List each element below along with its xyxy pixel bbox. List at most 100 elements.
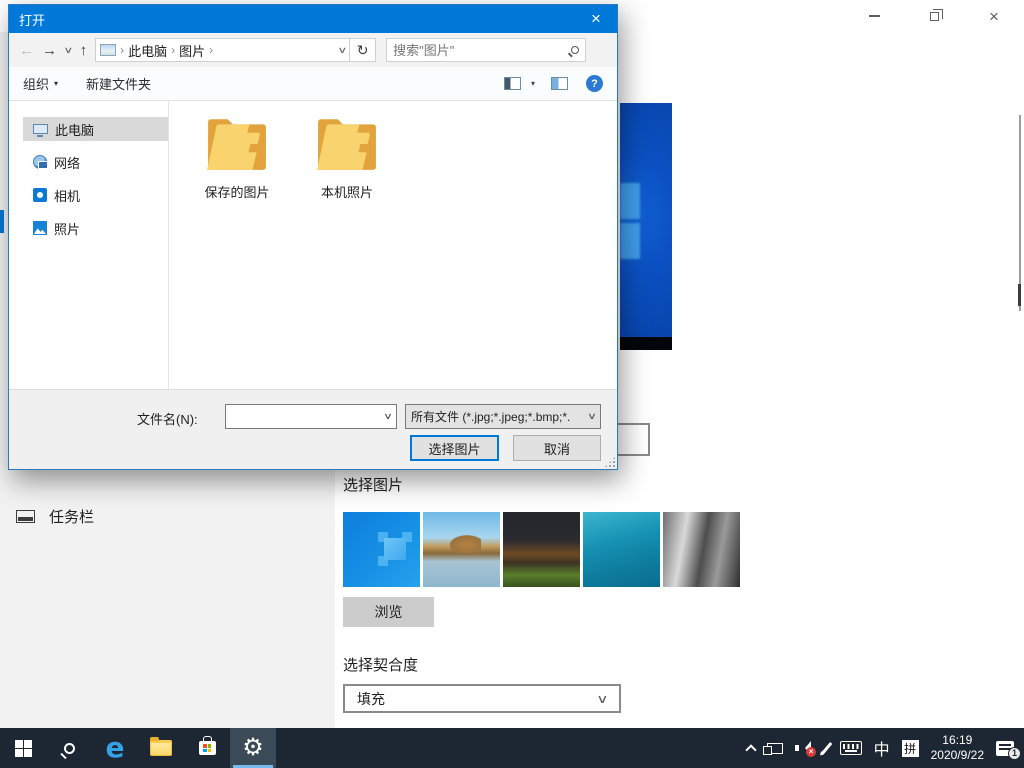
start-button[interactable] <box>0 728 46 768</box>
open-file-dialog: 打开 × ← → ∨ ↑ › 此电脑 › 图片 › ∨ ↻ 组织 ▾ <box>8 4 618 470</box>
search-input[interactable] <box>393 43 571 58</box>
network-icon <box>33 155 47 169</box>
dialog-close-button[interactable]: × <box>575 5 617 33</box>
thumbnail-windows-default[interactable] <box>343 512 420 587</box>
network-tray-icon[interactable] <box>767 743 783 754</box>
volume-muted-icon[interactable]: × <box>795 741 813 755</box>
choose-fit-heading: 选择契合度 <box>343 654 418 675</box>
forward-button[interactable]: → <box>42 43 57 58</box>
pictures-location-icon <box>100 44 116 56</box>
up-button[interactable]: ↑ <box>80 43 88 58</box>
breadcrumb-this-pc[interactable]: 此电脑 <box>128 41 167 60</box>
preview-pane-icon[interactable] <box>551 77 568 90</box>
pen-tray-icon[interactable] <box>821 741 833 754</box>
ime-language-indicator[interactable]: 中 <box>874 736 890 760</box>
sidebar-item-camera[interactable]: 相机 <box>23 183 168 207</box>
chevron-down-icon: ▾ <box>54 79 58 88</box>
gear-icon: ⚙ <box>242 736 264 760</box>
thumbnail-bw-rock[interactable] <box>663 512 740 587</box>
wallpaper-thumbnails <box>343 512 740 587</box>
select-picture-button[interactable]: 选择图片 <box>410 435 499 461</box>
help-button[interactable]: ? <box>586 75 603 92</box>
windows-logo-icon <box>15 740 32 757</box>
organize-label: 组织 <box>23 74 49 93</box>
chevron-down-icon: ∨ <box>580 411 604 422</box>
dialog-command-bar: 组织 ▾ 新建文件夹 ▾ ? <box>9 67 617 101</box>
sidebar-item-label: 任务栏 <box>49 506 94 527</box>
address-bar[interactable]: › 此电脑 › 图片 › ∨ <box>95 38 350 62</box>
taskbar-store-button[interactable] <box>184 728 230 768</box>
sidebar-item-photos[interactable]: 照片 <box>23 216 168 240</box>
restore-button[interactable] <box>904 0 964 32</box>
dialog-body: 此电脑 网络 相机 照片 保存的图片 <box>9 101 617 390</box>
store-icon <box>199 741 216 755</box>
folder-label: 本机照片 <box>299 182 395 201</box>
back-button[interactable]: ← <box>19 43 34 58</box>
system-tray: × 中 拼 16:19 2020/9/22 1 <box>747 728 1024 768</box>
background-dropdown-partial[interactable] <box>618 423 650 456</box>
dialog-titlebar[interactable]: 打开 × <box>9 5 617 33</box>
windows-logo-fragment <box>620 223 640 259</box>
command-bar-right: ▾ ? <box>504 75 603 92</box>
fit-select-value: 填充 <box>357 689 385 709</box>
wallpaper-preview <box>620 103 672 337</box>
minimize-icon <box>869 15 880 17</box>
taskbar-edge-button[interactable]: e <box>92 728 138 768</box>
thumbnail-beach-rocks[interactable] <box>423 512 500 587</box>
folder-item-camera-roll[interactable]: 本机照片 <box>299 113 395 201</box>
sidebar-item-network[interactable]: 网络 <box>23 150 168 174</box>
clock-date: 2020/9/22 <box>931 748 984 763</box>
browse-button[interactable]: 浏览 <box>343 597 434 627</box>
taskbar-clock[interactable]: 16:19 2020/9/22 <box>931 733 984 763</box>
filename-combo: ∨ <box>225 404 397 429</box>
close-button[interactable]: × <box>964 0 1024 32</box>
chevron-down-icon[interactable]: ∨ <box>376 411 400 422</box>
file-explorer-icon <box>150 740 172 756</box>
breadcrumb-pictures[interactable]: 图片 <box>179 41 205 60</box>
settings-nav-selected-accent <box>0 210 4 233</box>
breadcrumb-separator: › <box>171 43 175 57</box>
breadcrumb-separator: › <box>120 43 124 57</box>
windows-logo-fragment <box>620 183 640 219</box>
filetype-select[interactable]: 所有文件 (*.jpg;*.jpeg;*.bmp;*. ∨ <box>405 404 601 429</box>
sidebar-item-this-pc[interactable]: 此电脑 <box>23 117 168 141</box>
tray-overflow-chevron-icon[interactable] <box>745 744 756 755</box>
restore-icon <box>930 12 939 21</box>
thumbnail-underwater[interactable] <box>583 512 660 587</box>
mute-badge: × <box>806 747 816 757</box>
refresh-button[interactable]: ↻ <box>350 38 376 62</box>
sidebar-item-label: 相机 <box>54 186 80 205</box>
new-folder-button[interactable]: 新建文件夹 <box>86 74 151 93</box>
address-chevron-icon[interactable]: ∨ <box>337 45 347 56</box>
touch-keyboard-icon[interactable] <box>840 741 862 755</box>
folder-item-saved-pictures[interactable]: 保存的图片 <box>189 113 285 201</box>
cancel-button[interactable]: 取消 <box>513 435 601 461</box>
settings-caption-bar: × <box>844 0 1024 32</box>
taskbar-settings-button[interactable]: ⚙ <box>230 728 276 768</box>
taskbar-explorer-button[interactable] <box>138 728 184 768</box>
taskbar-search-button[interactable] <box>46 728 92 768</box>
thumbnail-night-sky[interactable] <box>503 512 580 587</box>
action-center-icon[interactable]: 1 <box>996 741 1014 756</box>
search-box[interactable] <box>386 38 586 62</box>
settings-scrollbar-thumb[interactable] <box>1018 284 1021 306</box>
search-icon <box>64 743 75 754</box>
settings-scrollbar[interactable] <box>1019 115 1021 311</box>
dialog-footer: 文件名(N): ∨ 所有文件 (*.jpg;*.jpeg;*.bmp;*. ∨ … <box>9 389 617 469</box>
chevron-down-icon[interactable]: ▾ <box>531 79 535 88</box>
dialog-navigation-bar: ← → ∨ ↑ › 此电脑 › 图片 › ∨ ↻ <box>9 33 617 67</box>
organize-button[interactable]: 组织 ▾ <box>23 74 58 93</box>
resize-grip[interactable] <box>605 457 615 467</box>
filename-input[interactable] <box>226 405 380 428</box>
breadcrumb-separator: › <box>209 43 213 57</box>
folder-icon <box>203 113 271 175</box>
fit-select[interactable]: 填充 ∨ <box>343 684 621 713</box>
choose-picture-heading: 选择图片 <box>343 474 403 495</box>
view-mode-icon[interactable] <box>504 77 521 90</box>
edge-icon: e <box>106 734 125 762</box>
search-icon <box>571 46 579 54</box>
recent-locations-chevron[interactable]: ∨ <box>63 45 73 56</box>
sidebar-item-taskbar[interactable]: 任务栏 <box>0 498 335 534</box>
minimize-button[interactable] <box>844 0 904 32</box>
ime-mode-indicator[interactable]: 拼 <box>902 740 919 757</box>
